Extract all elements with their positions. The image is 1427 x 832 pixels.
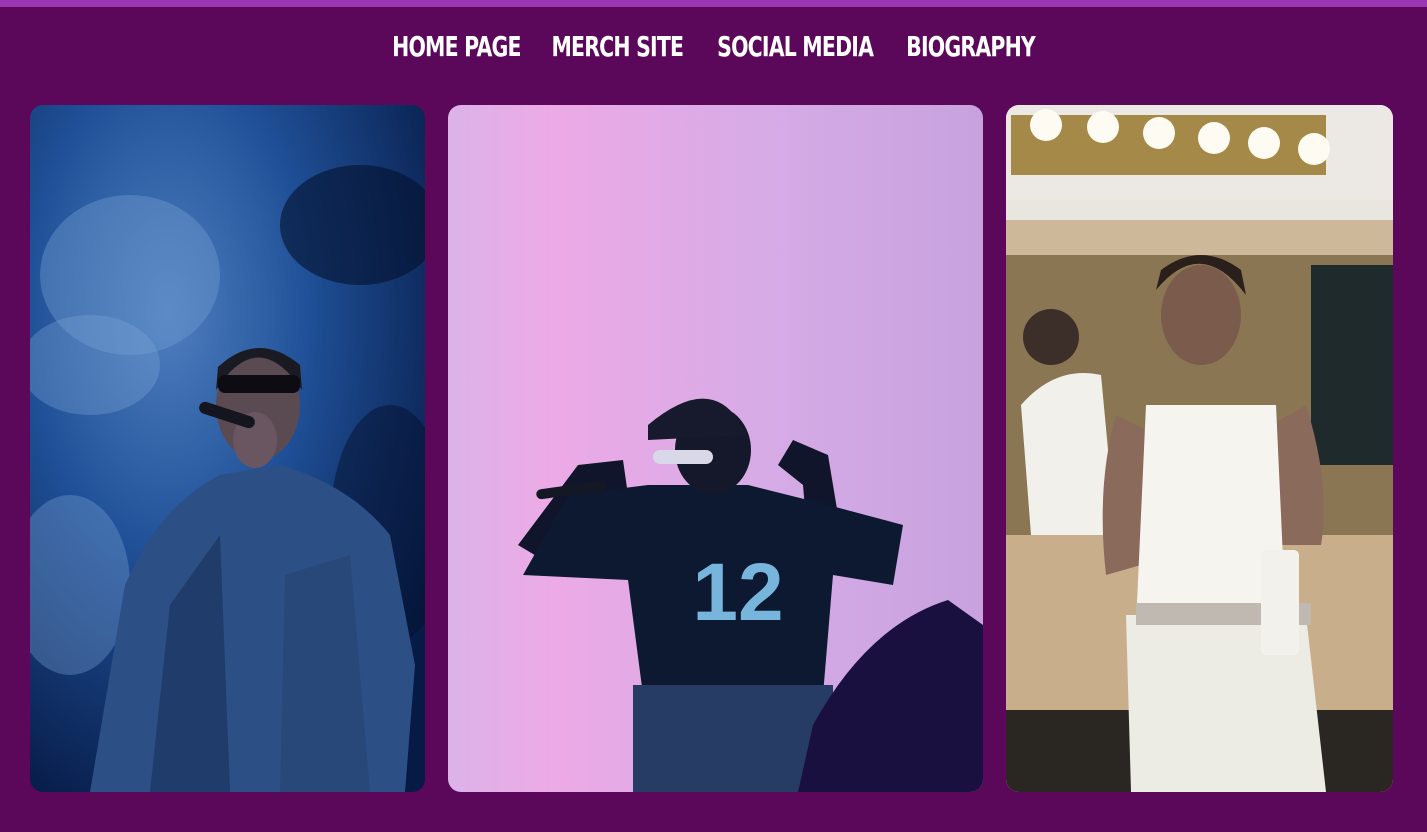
- photo-illustration: [1006, 105, 1393, 792]
- nav-home-page[interactable]: HOME PAGE: [392, 32, 521, 60]
- jersey-number: 12: [692, 547, 783, 638]
- backstage-mirror-photo[interactable]: [1006, 105, 1393, 792]
- nav-biography[interactable]: BIOGRAPHY: [906, 32, 1036, 60]
- main-navigation: HOME PAGE MERCH SITE SOCIAL MEDIA BIOGRA…: [0, 26, 1427, 66]
- top-accent-strip: [0, 0, 1427, 7]
- nav-social-media[interactable]: SOCIAL MEDIA: [717, 32, 874, 60]
- photo-illustration: [30, 105, 425, 792]
- performer-pink-backdrop-photo[interactable]: 12: [448, 105, 983, 792]
- photo-illustration: 12: [448, 105, 983, 792]
- nav-merch-site[interactable]: MERCH SITE: [551, 32, 684, 60]
- performer-blue-smoke-photo[interactable]: [30, 105, 425, 792]
